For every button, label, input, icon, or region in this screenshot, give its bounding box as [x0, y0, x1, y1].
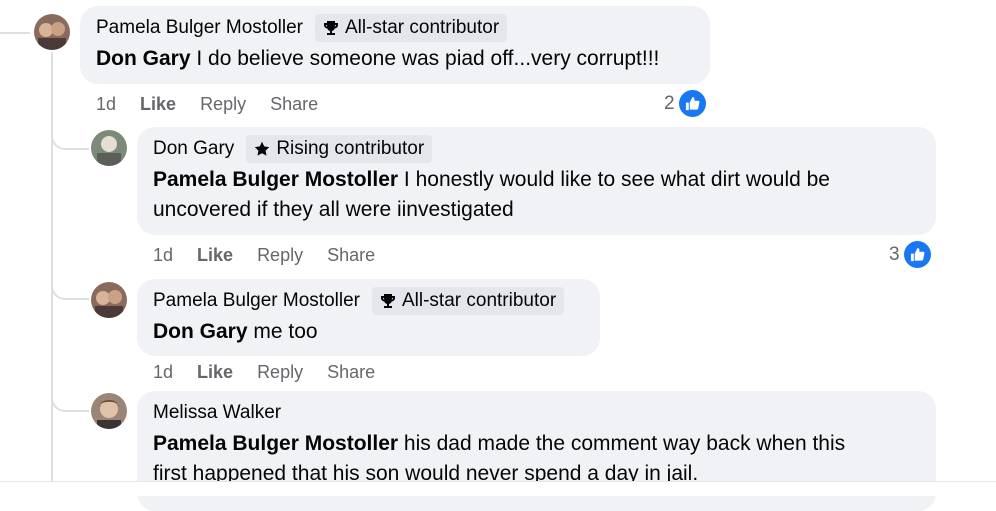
share-button[interactable]: Share	[270, 94, 318, 115]
share-button[interactable]: Share	[327, 362, 375, 383]
reaction-count[interactable]: 3	[889, 241, 931, 268]
contributor-badge[interactable]: Rising contributor	[246, 135, 433, 163]
avatar[interactable]	[91, 393, 127, 429]
timestamp[interactable]: 1d	[153, 362, 173, 383]
comment-text: Don Gary me too	[153, 320, 318, 343]
badge-label: All-star contributor	[344, 17, 500, 38]
comment-actions: 1d Like Reply Share	[96, 94, 318, 115]
thread-connector	[51, 118, 89, 150]
comment-text: Don Gary I do believe someone was piad o…	[96, 47, 660, 70]
mention[interactable]: Don Gary	[153, 320, 248, 343]
reply-button[interactable]: Reply	[200, 94, 246, 115]
thread-connector	[51, 268, 89, 300]
contributor-badge[interactable]: All-star contributor	[314, 14, 508, 42]
share-button[interactable]: Share	[327, 245, 375, 266]
like-button[interactable]: Like	[197, 362, 233, 383]
avatar[interactable]	[91, 282, 127, 318]
avatar[interactable]	[91, 130, 127, 166]
comment-bubble: Pamela Bulger Mostoller All-star contrib…	[80, 6, 710, 84]
like-button[interactable]: Like	[197, 245, 233, 266]
comment-bubble: Pamela Bulger Mostoller All-star contrib…	[137, 279, 600, 356]
thread-line-left-top	[0, 32, 30, 34]
comment-actions: 1d Like Reply Share	[153, 245, 375, 266]
thumbs-up-icon	[903, 241, 931, 268]
comment-text: Pamela Bulger Mostoller I honestly would…	[153, 168, 830, 221]
star-icon	[254, 141, 270, 157]
trophy-icon	[380, 293, 396, 309]
mention[interactable]: Don Gary	[96, 47, 191, 70]
comment-actions: 1d Like Reply Share	[153, 362, 375, 383]
badge-label: Rising contributor	[276, 138, 425, 159]
comment-bubble: Don Gary Rising contributor Pamela Bulge…	[137, 127, 936, 235]
mention[interactable]: Pamela Bulger Mostoller	[153, 432, 398, 455]
badge-label: All-star contributor	[401, 290, 557, 311]
comment-author[interactable]: Don Gary	[153, 138, 234, 160]
thread-connector	[51, 382, 89, 412]
contributor-badge[interactable]: All-star contributor	[371, 287, 565, 315]
like-button[interactable]: Like	[140, 94, 176, 115]
mention[interactable]: Pamela Bulger Mostoller	[153, 168, 398, 191]
timestamp[interactable]: 1d	[96, 94, 116, 115]
thumbs-up-icon	[678, 90, 706, 117]
comment-author[interactable]: Pamela Bulger Mostoller	[96, 17, 303, 39]
trophy-icon	[323, 20, 339, 36]
timestamp[interactable]: 1d	[153, 245, 173, 266]
comment-text: Pamela Bulger Mostoller his dad made the…	[153, 432, 846, 485]
thread-line-main	[51, 52, 53, 481]
comment-author[interactable]: Melissa Walker	[153, 402, 281, 424]
reaction-count[interactable]: 2	[664, 90, 706, 117]
avatar[interactable]	[34, 14, 70, 50]
viewport-bottom-edge	[0, 481, 996, 496]
comment-author[interactable]: Pamela Bulger Mostoller	[153, 290, 360, 312]
reply-button[interactable]: Reply	[257, 245, 303, 266]
reply-button[interactable]: Reply	[257, 362, 303, 383]
